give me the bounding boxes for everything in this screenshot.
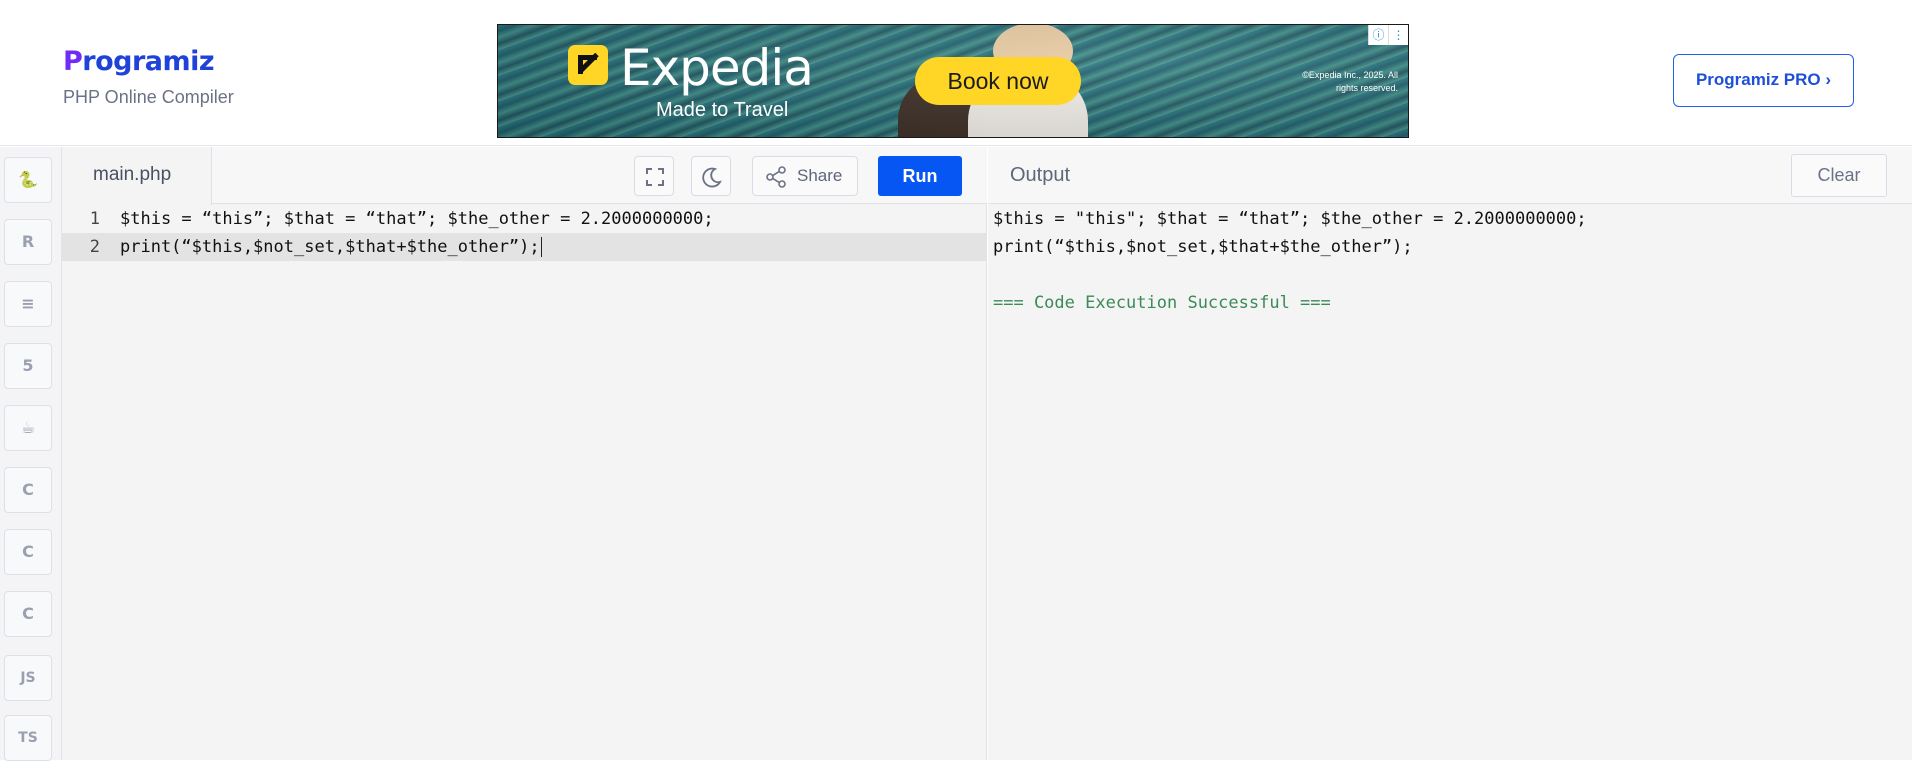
file-tab-main-php[interactable]: main.php (62, 147, 212, 205)
output-line: $this = "this"; $that = “that”; $the_oth… (993, 209, 1587, 229)
run-button[interactable]: Run (878, 156, 962, 196)
c-icon[interactable]: C (4, 467, 52, 513)
output-panel: Output Clear $this = "this"; $that = “th… (988, 147, 1912, 760)
ad-book-now-button[interactable]: Book now (915, 57, 1081, 105)
logo-wordmark: Programiz (63, 46, 215, 77)
code-editor-panel: main.php Share Run 1 $this = “this”; $th… (62, 147, 987, 760)
html5-icon[interactable]: 5 (4, 343, 52, 389)
output-toolbar: Output Clear (988, 147, 1912, 204)
clear-button[interactable]: Clear (1791, 154, 1887, 197)
code-line[interactable]: 1 $this = “this”; $that = “that”; $the_o… (62, 205, 987, 233)
fullscreen-icon (646, 168, 664, 186)
line-text[interactable]: $this = “this”; $that = “that”; $the_oth… (120, 205, 714, 233)
line-text-content: print(“$this,$not_set,$that+$the_other”)… (120, 237, 540, 257)
ad-tagline: Made to Travel (656, 99, 789, 121)
share-button[interactable]: Share (752, 156, 858, 196)
code-area[interactable]: 1 $this = “this”; $that = “that”; $the_o… (62, 205, 987, 261)
dark-mode-toggle[interactable] (691, 156, 731, 196)
sql-icon[interactable]: ≡ (4, 281, 52, 327)
programiz-logo[interactable]: Programiz PHP Online Compiler (63, 48, 234, 108)
code-line-active[interactable]: 2 print(“$this,$not_set,$that+$the_other… (62, 233, 987, 261)
share-label: Share (797, 166, 843, 185)
fullscreen-button[interactable] (634, 156, 674, 196)
python-icon[interactable]: 🐍 (4, 157, 52, 203)
output-console: $this = "this"; $that = “that”; $the_oth… (993, 205, 1587, 317)
line-number: 1 (89, 209, 100, 229)
output-title: Output (1010, 164, 1071, 186)
output-line: print(“$this,$not_set,$that+$the_other”)… (993, 237, 1413, 257)
info-icon[interactable]: ⓘ (1368, 25, 1388, 45)
line-number: 2 (89, 237, 100, 257)
ad-brand: Expedia (620, 39, 814, 97)
editor-toolbar: main.php Share Run (62, 147, 987, 205)
programiz-pro-button[interactable]: Programiz PRO › (1673, 54, 1854, 107)
moon-icon (702, 167, 722, 188)
ad-controls: ⓘ ⋮ (1368, 25, 1408, 45)
line-text[interactable]: print(“$this,$not_set,$that+$the_other”)… (120, 233, 542, 261)
js-icon[interactable]: JS (4, 655, 52, 701)
top-header: Programiz PHP Online Compiler Expedia Ma… (0, 0, 1912, 146)
java-icon[interactable]: ☕ (4, 405, 52, 451)
expedia-logo-icon (568, 45, 608, 85)
advertisement-banner[interactable]: Expedia Made to Travel Book now ©Expedia… (497, 24, 1409, 138)
text-caret (540, 237, 542, 257)
share-icon (766, 166, 786, 188)
r-icon[interactable]: R (4, 219, 52, 265)
cpp-icon[interactable]: C (4, 529, 52, 575)
language-sidebar: 🐍 R ≡ 5 ☕ C C C JS TS (0, 147, 62, 761)
ts-icon[interactable]: TS (4, 715, 52, 761)
csharp-icon[interactable]: C (4, 591, 52, 637)
ad-legal-text: ©Expedia Inc., 2025. All rights reserved… (1302, 70, 1398, 93)
execution-status: === Code Execution Successful === (993, 293, 1331, 313)
kebab-menu-icon[interactable]: ⋮ (1388, 25, 1408, 45)
page-subtitle: PHP Online Compiler (63, 87, 234, 107)
